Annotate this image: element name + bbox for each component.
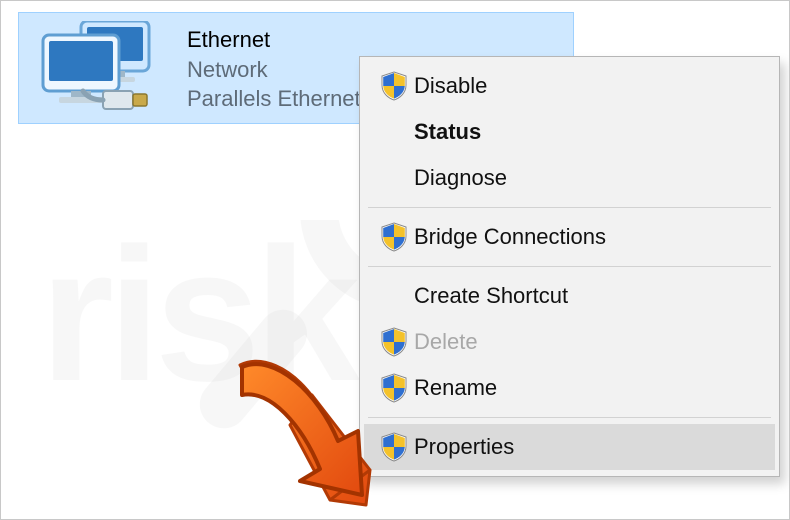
menu-item-label: Status: [414, 119, 481, 145]
menu-item-icon-slot: [374, 327, 414, 357]
menu-item-bridge-connections[interactable]: Bridge Connections: [364, 214, 775, 260]
menu-item-label: Bridge Connections: [414, 224, 606, 250]
menu-item-delete: Delete: [364, 319, 775, 365]
menu-item-create-shortcut[interactable]: Create Shortcut: [364, 273, 775, 319]
menu-item-icon-slot: [374, 373, 414, 403]
menu-separator: [368, 266, 771, 267]
uac-shield-icon: [381, 373, 407, 403]
menu-item-status[interactable]: Status: [364, 109, 775, 155]
uac-shield-icon: [381, 432, 407, 462]
menu-item-label: Create Shortcut: [414, 283, 568, 309]
uac-shield-icon: [381, 222, 407, 252]
menu-item-diagnose[interactable]: Diagnose: [364, 155, 775, 201]
menu-item-label: Properties: [414, 434, 514, 460]
context-menu: Disable Status Diagnose Bridge Connections…: [359, 56, 780, 477]
menu-item-icon-slot: [374, 71, 414, 101]
network-adapter-icon: [37, 21, 167, 115]
uac-shield-icon: [381, 327, 407, 357]
menu-item-properties[interactable]: Properties: [364, 424, 775, 470]
menu-item-rename[interactable]: Rename: [364, 365, 775, 411]
menu-item-disable[interactable]: Disable: [364, 63, 775, 109]
menu-separator: [368, 207, 771, 208]
menu-item-label: Diagnose: [414, 165, 507, 191]
menu-item-label: Disable: [414, 73, 487, 99]
menu-item-label: Delete: [414, 329, 478, 355]
uac-shield-icon: [381, 71, 407, 101]
menu-separator: [368, 417, 771, 418]
menu-item-icon-slot: [374, 222, 414, 252]
adapter-title: Ethernet: [187, 25, 443, 55]
menu-item-label: Rename: [414, 375, 497, 401]
menu-item-icon-slot: [374, 432, 414, 462]
